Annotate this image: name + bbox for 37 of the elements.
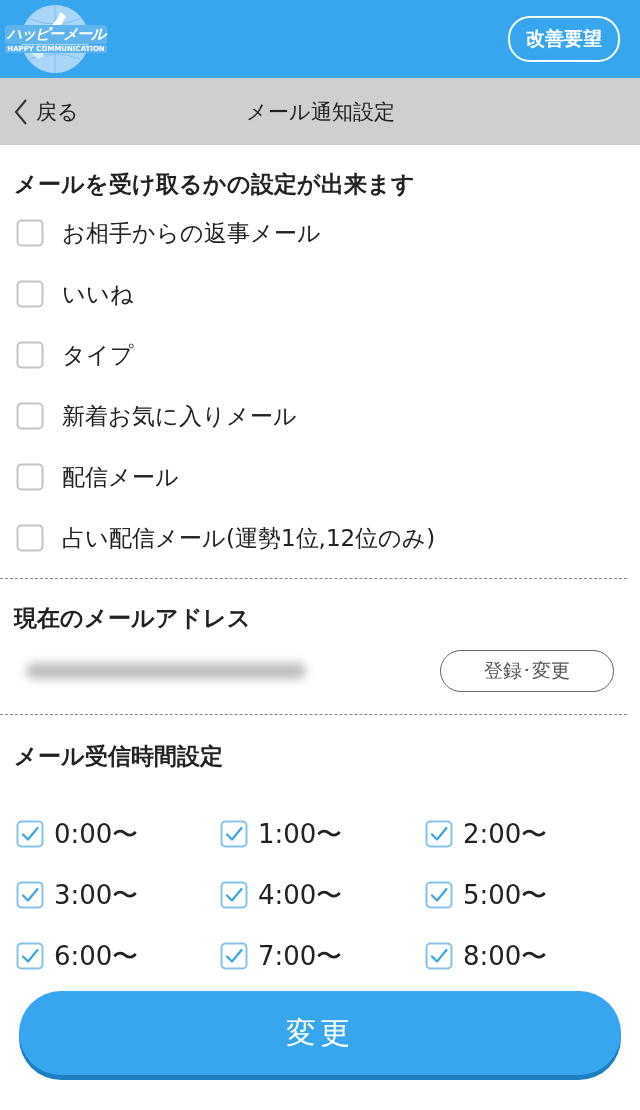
time-label[interactable]: 5:00〜	[463, 877, 548, 913]
checkbox-label[interactable]: 占い配信メール(運勢1位,12位のみ)	[62, 522, 436, 554]
checkbox[interactable]	[16, 341, 44, 369]
section-heading: 現在のメールアドレス	[14, 607, 252, 630]
time-label[interactable]: 1:00〜	[258, 816, 343, 852]
checked-checkbox[interactable]	[16, 820, 44, 848]
checkbox-label[interactable]: お相手からの返事メール	[62, 217, 321, 249]
checkbox-label[interactable]: 配信メール	[62, 461, 179, 493]
checkbox[interactable]	[16, 463, 44, 491]
time-label[interactable]: 7:00〜	[258, 938, 343, 974]
checkbox[interactable]	[16, 219, 44, 247]
checked-checkbox[interactable]	[16, 942, 44, 970]
checked-checkbox[interactable]	[220, 942, 248, 970]
checked-checkbox[interactable]	[220, 881, 248, 909]
checkbox[interactable]	[16, 280, 44, 308]
checked-checkbox[interactable]	[16, 881, 44, 909]
time-label[interactable]: 2:00〜	[463, 816, 548, 852]
checked-checkbox[interactable]	[425, 942, 453, 970]
time-label[interactable]: 3:00〜	[54, 877, 139, 913]
checkbox-label[interactable]: いいね	[62, 278, 134, 310]
section-heading: メールを受け取るかの設定が出来ます	[14, 173, 416, 196]
checked-checkbox[interactable]	[425, 881, 453, 909]
checked-checkbox[interactable]	[425, 820, 453, 848]
time-label[interactable]: 8:00〜	[463, 938, 548, 974]
checkbox-label[interactable]: タイプ	[62, 339, 134, 371]
checkbox[interactable]	[16, 524, 44, 552]
time-label[interactable]: 4:00〜	[258, 877, 343, 913]
back-icon	[14, 97, 28, 126]
section-heading: メール受信時間設定	[14, 745, 224, 768]
page-title: メール通知設定	[245, 98, 395, 126]
time-label[interactable]: 6:00〜	[54, 938, 139, 974]
checkbox-label[interactable]: 新着お気に入りメール	[62, 400, 297, 432]
checkbox[interactable]	[16, 402, 44, 430]
checked-checkbox[interactable]	[220, 820, 248, 848]
back-link[interactable]: 戻る	[0, 97, 79, 126]
time-label[interactable]: 0:00〜	[54, 816, 139, 852]
register-change-button[interactable]: 登録･変更	[440, 650, 614, 692]
